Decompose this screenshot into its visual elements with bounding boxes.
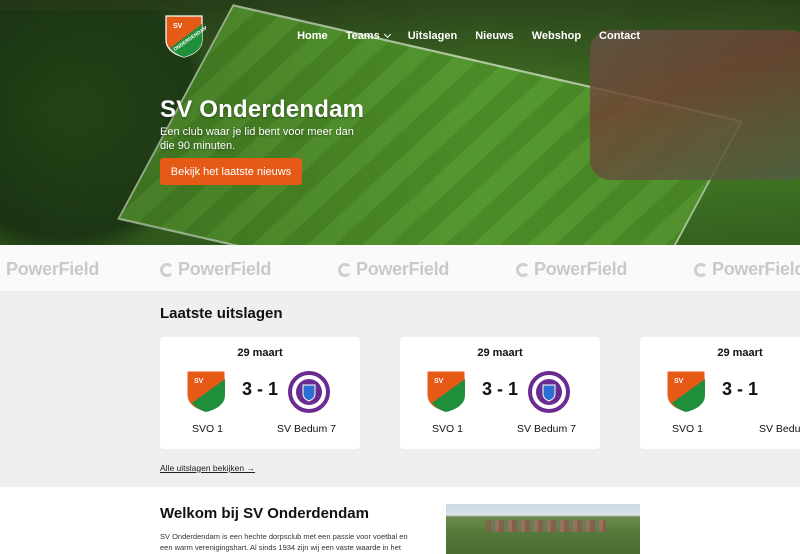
club-logo[interactable]: SV ONDERDENDAM (162, 14, 206, 58)
nav-contact[interactable]: Contact (599, 30, 640, 42)
nav-webshop[interactable]: Webshop (532, 30, 581, 42)
sponsor-logo[interactable]: PowerField (160, 259, 271, 280)
home-team-name: SVO 1 (672, 423, 703, 435)
nav-contact-label: Contact (599, 30, 640, 42)
match-date: 29 maart (717, 347, 763, 359)
sponsor-mark-icon (516, 262, 530, 277)
sponsor-strip: PowerField PowerField PowerField PowerFi… (0, 245, 800, 291)
hero-title: SV Onderdendam (160, 96, 365, 123)
match-score: 3 - 1 (241, 379, 279, 399)
sponsor-name: PowerField (356, 259, 450, 279)
sponsor-name: PowerField (534, 259, 628, 279)
sponsor-mark-icon (694, 262, 708, 277)
nav-nieuws[interactable]: Nieuws (475, 30, 514, 42)
welcome-title: Welkom bij SV Onderdendam (160, 505, 369, 522)
match-score: 3 - 1 (721, 379, 759, 399)
result-card[interactable]: 29 maart SV 3 - 1 SVO 1 SV Bedum 7 (640, 337, 800, 449)
svg-text:SV: SV (173, 23, 183, 30)
nav-nieuws-label: Nieuws (475, 30, 514, 42)
welcome-photo (446, 504, 640, 554)
result-card[interactable]: 29 maart SV 3 - 1 SVO 1 SV Bedum 7 (160, 337, 360, 449)
results-title: Laatste uitslagen (160, 305, 283, 322)
chevron-down-icon (383, 30, 391, 39)
hero-subtitle: Een club waar je lid bent voor meer dan … (160, 126, 354, 152)
home-team-name: SVO 1 (432, 423, 463, 435)
sponsor-name: PowerField (178, 259, 272, 279)
away-team-logo (528, 371, 570, 413)
sponsor-logo[interactable]: PowerField (694, 259, 800, 280)
hero-banner: SV ONDERDENDAM Home Teams Uitslagen Nieu… (0, 0, 800, 245)
all-results-link[interactable]: Alle uitslagen bekijken → (160, 463, 255, 473)
match-date: 29 maart (237, 347, 283, 359)
sponsor-logo[interactable]: PowerField (6, 259, 99, 280)
sponsor-name: PowerField (712, 259, 800, 279)
match-date: 29 maart (477, 347, 523, 359)
result-card[interactable]: 29 maart SV 3 - 1 SVO 1 SV Bedum 7 (400, 337, 600, 449)
away-team-logo (288, 371, 330, 413)
sponsor-mark-icon (160, 262, 174, 277)
nav-uitslagen[interactable]: Uitslagen (408, 30, 458, 42)
latest-news-button[interactable]: Bekijk het laatste nieuws (160, 158, 302, 185)
welcome-text: SV Onderdendam is een hechte dorpsclub m… (160, 532, 408, 552)
main-nav: Home Teams Uitslagen Nieuws Webshop Cont… (279, 30, 640, 42)
away-team-name: SV Bedum 7 (277, 423, 336, 435)
nav-home[interactable]: Home (297, 30, 328, 42)
sponsor-logo[interactable]: PowerField (338, 259, 449, 280)
results-section: Laatste uitslagen 29 maart SV 3 - 1 SVO … (0, 291, 800, 487)
nav-webshop-label: Webshop (531, 30, 582, 42)
sponsor-logo[interactable]: PowerField (516, 259, 627, 280)
match-score: 3 - 1 (481, 379, 519, 399)
nav-home-label: Home (297, 30, 328, 42)
nav-teams-label: Teams (345, 30, 380, 42)
away-team-name: SV Bedum 7 (759, 423, 800, 435)
away-team-name: SV Bedum 7 (517, 423, 576, 435)
sponsor-name: PowerField (6, 259, 100, 279)
home-team-name: SVO 1 (192, 423, 223, 435)
sponsor-mark-icon (338, 262, 352, 277)
nav-teams[interactable]: Teams (345, 30, 391, 42)
nav-uitslagen-label: Uitslagen (407, 30, 458, 42)
